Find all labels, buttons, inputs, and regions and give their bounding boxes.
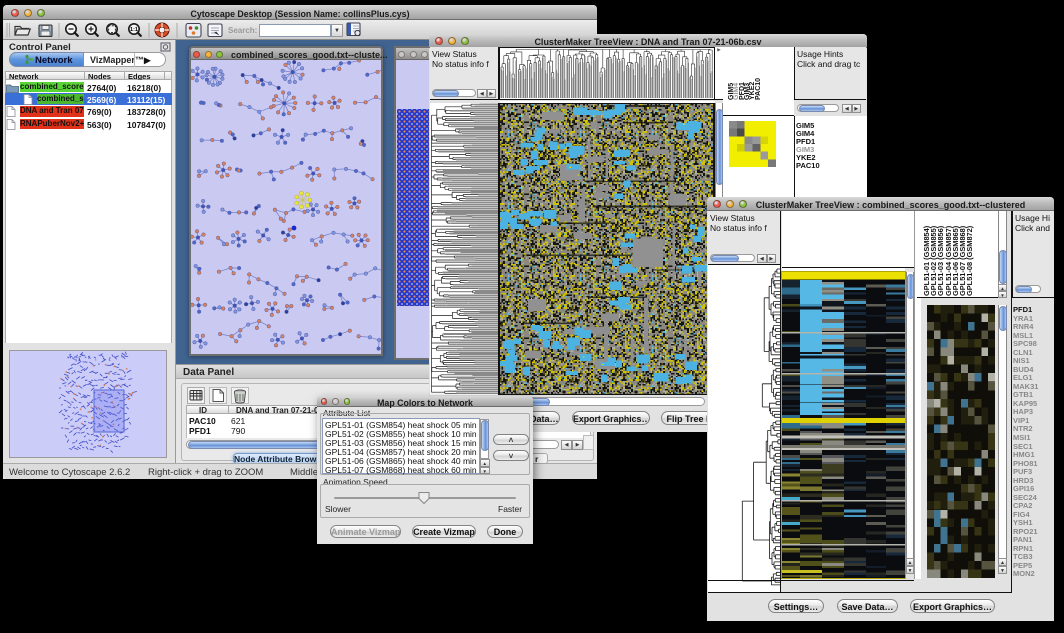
svg-text:1:1: 1:1 [130,27,138,33]
